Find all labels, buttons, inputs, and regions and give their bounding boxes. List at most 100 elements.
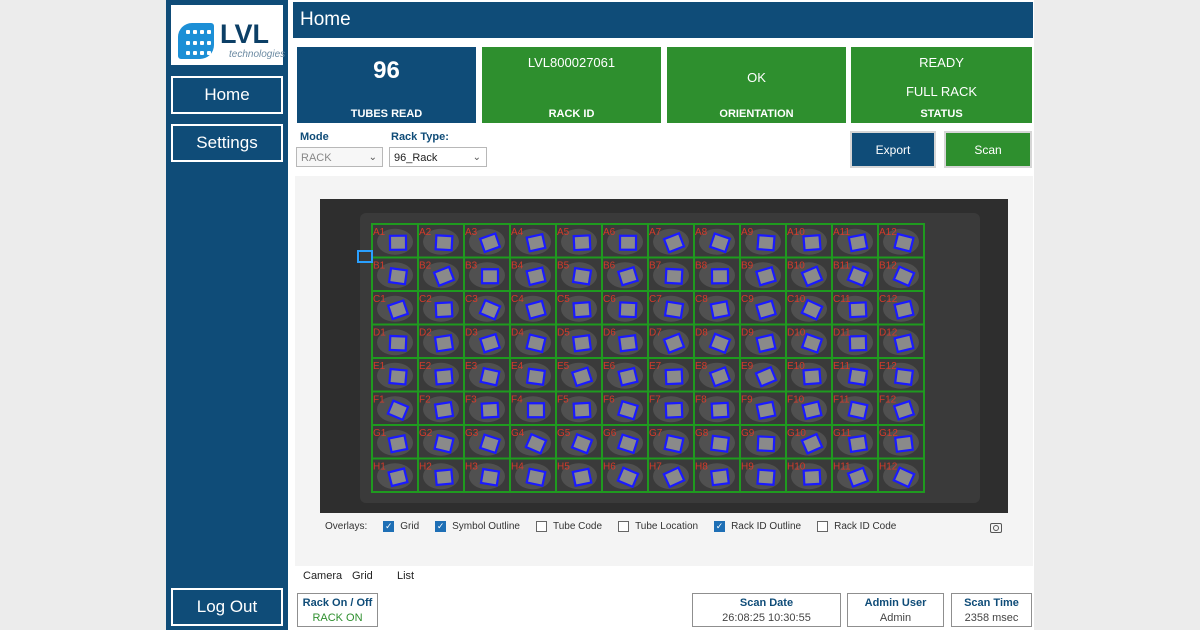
camera-viewer: A1 A2 A3 A4 A5 A6 A7 A8 A9 A10 A11 A12 B1 B2 B3 B4 B5 B6 B… bbox=[295, 176, 1033, 566]
overlay-option-symbol-outline[interactable]: ✓ Symbol Outline bbox=[435, 521, 520, 532]
logo-text: LVL bbox=[220, 19, 269, 49]
overlay-option-tube-code[interactable]: Tube Code bbox=[535, 521, 602, 532]
well-label: E10 bbox=[787, 361, 805, 372]
symbol-outline bbox=[756, 435, 776, 453]
well-label: G7 bbox=[649, 428, 663, 439]
symbol-outline bbox=[754, 299, 778, 321]
well-label: E6 bbox=[603, 361, 616, 372]
well-label: E7 bbox=[649, 361, 662, 372]
overlay-option-grid[interactable]: ✓ Grid bbox=[383, 521, 419, 532]
well-label: C11 bbox=[833, 294, 851, 305]
well-label: H3 bbox=[465, 462, 478, 473]
symbol-outline bbox=[709, 300, 731, 320]
overlay-checkbox[interactable] bbox=[618, 521, 630, 532]
mode-select[interactable]: RACK ⌄ bbox=[296, 147, 383, 167]
home-nav-button[interactable]: Home bbox=[171, 76, 283, 114]
orientation-label: ORIENTATION bbox=[719, 108, 794, 120]
well-label: E12 bbox=[879, 361, 897, 372]
symbol-outline bbox=[434, 234, 454, 252]
well-label: F5 bbox=[557, 395, 569, 406]
symbol-outline bbox=[847, 434, 869, 454]
rack-onoff-value: RACK ON bbox=[312, 612, 363, 624]
rack-onoff-status[interactable]: Rack On / Off RACK ON bbox=[297, 593, 378, 627]
overlay-option-label: Rack ID Outline bbox=[731, 521, 802, 532]
scan-date-value: 26:08:25 10:30:55 bbox=[722, 612, 811, 624]
well-label: G3 bbox=[465, 428, 479, 439]
well-label: H12 bbox=[879, 462, 898, 473]
settings-nav-button[interactable]: Settings bbox=[171, 124, 283, 162]
overlay-checkbox[interactable] bbox=[535, 521, 547, 532]
well-label: A12 bbox=[879, 227, 897, 238]
mode-label: Mode bbox=[300, 131, 329, 143]
well-label: B8 bbox=[695, 261, 708, 272]
well-label: B12 bbox=[879, 261, 897, 272]
overlay-checkbox[interactable]: ✓ bbox=[435, 521, 447, 532]
sidebar: LVL technologies Home Settings Log Out bbox=[166, 0, 288, 630]
well-label: G8 bbox=[695, 428, 709, 439]
symbol-outline bbox=[802, 367, 822, 386]
symbol-outline bbox=[618, 301, 638, 319]
symbol-outline bbox=[572, 301, 592, 319]
scan-date-label: Scan Date bbox=[739, 597, 794, 609]
well-label: E2 bbox=[419, 361, 432, 372]
well-label: H10 bbox=[787, 462, 806, 473]
admin-user-label: Admin User bbox=[864, 597, 927, 609]
well-label: D3 bbox=[465, 328, 478, 339]
well-label: E8 bbox=[695, 361, 708, 372]
tab-camera[interactable]: Camera bbox=[297, 566, 349, 584]
well-label: B6 bbox=[603, 261, 616, 272]
well-label: A7 bbox=[649, 227, 662, 238]
tab-list[interactable]: List bbox=[391, 566, 420, 584]
overlay-checkbox[interactable]: ✓ bbox=[383, 521, 395, 532]
rack-type-select[interactable]: 96_Rack ⌄ bbox=[389, 147, 487, 167]
symbol-outline bbox=[710, 268, 730, 285]
well-label: G11 bbox=[833, 428, 852, 439]
symbol-outline bbox=[387, 433, 409, 454]
well-label: G12 bbox=[879, 428, 898, 439]
symbol-outline bbox=[756, 233, 776, 252]
well-label: B2 bbox=[419, 261, 432, 272]
symbol-outline bbox=[848, 334, 868, 352]
overlay-checkbox[interactable] bbox=[817, 521, 829, 532]
well-label: F9 bbox=[741, 395, 753, 406]
symbol-outline bbox=[480, 401, 500, 419]
symbol-outline bbox=[572, 234, 592, 252]
overlay-checkbox[interactable]: ✓ bbox=[714, 521, 726, 532]
symbol-outline bbox=[571, 334, 593, 353]
rack-onoff-label: Rack On / Off bbox=[302, 597, 373, 609]
well-label: C4 bbox=[511, 294, 524, 305]
symbol-outline bbox=[525, 467, 547, 488]
symbol-outline bbox=[663, 433, 685, 454]
symbol-outline bbox=[756, 468, 776, 487]
logout-button[interactable]: Log Out bbox=[171, 588, 283, 626]
overlay-option-rack-id-outline[interactable]: ✓ Rack ID Outline bbox=[714, 521, 801, 532]
logo-subtext: technologies bbox=[229, 49, 286, 60]
status-card: READY FULL RACK STATUS bbox=[851, 47, 1032, 123]
well-label: H8 bbox=[695, 462, 708, 473]
overlay-option-label: Tube Location bbox=[635, 521, 699, 532]
well-label: G10 bbox=[787, 428, 806, 439]
overlay-option-tube-location[interactable]: Tube Location bbox=[618, 521, 698, 532]
overlays-bar: Overlays: ✓ Grid ✓ Symbol Outline Tube Code T… bbox=[325, 521, 896, 532]
scan-time-label: Scan Time bbox=[964, 597, 1019, 609]
symbol-outline bbox=[433, 333, 455, 353]
well-label: D7 bbox=[649, 328, 662, 339]
well-label: E11 bbox=[833, 361, 850, 372]
camera-snapshot-icon[interactable] bbox=[990, 523, 1002, 533]
well-label: G5 bbox=[557, 428, 571, 439]
well-label: C3 bbox=[465, 294, 478, 305]
overlay-option-rack-id-code[interactable]: Rack ID Code bbox=[817, 521, 896, 532]
symbol-outline bbox=[802, 233, 822, 252]
symbol-outline bbox=[571, 467, 593, 488]
well-label: A4 bbox=[511, 227, 524, 238]
well-label: B1 bbox=[373, 261, 386, 272]
tab-grid[interactable]: Grid bbox=[346, 566, 379, 584]
scan-button[interactable]: Scan bbox=[946, 133, 1030, 166]
rack-type-select-value: 96_Rack bbox=[394, 152, 438, 164]
logo: LVL technologies bbox=[171, 5, 286, 65]
status-value-full-rack: FULL RACK bbox=[905, 84, 978, 99]
well-label: A8 bbox=[695, 227, 708, 238]
export-button[interactable]: Export bbox=[852, 133, 934, 166]
well-label: B4 bbox=[511, 261, 524, 272]
well-label: D1 bbox=[373, 328, 386, 339]
